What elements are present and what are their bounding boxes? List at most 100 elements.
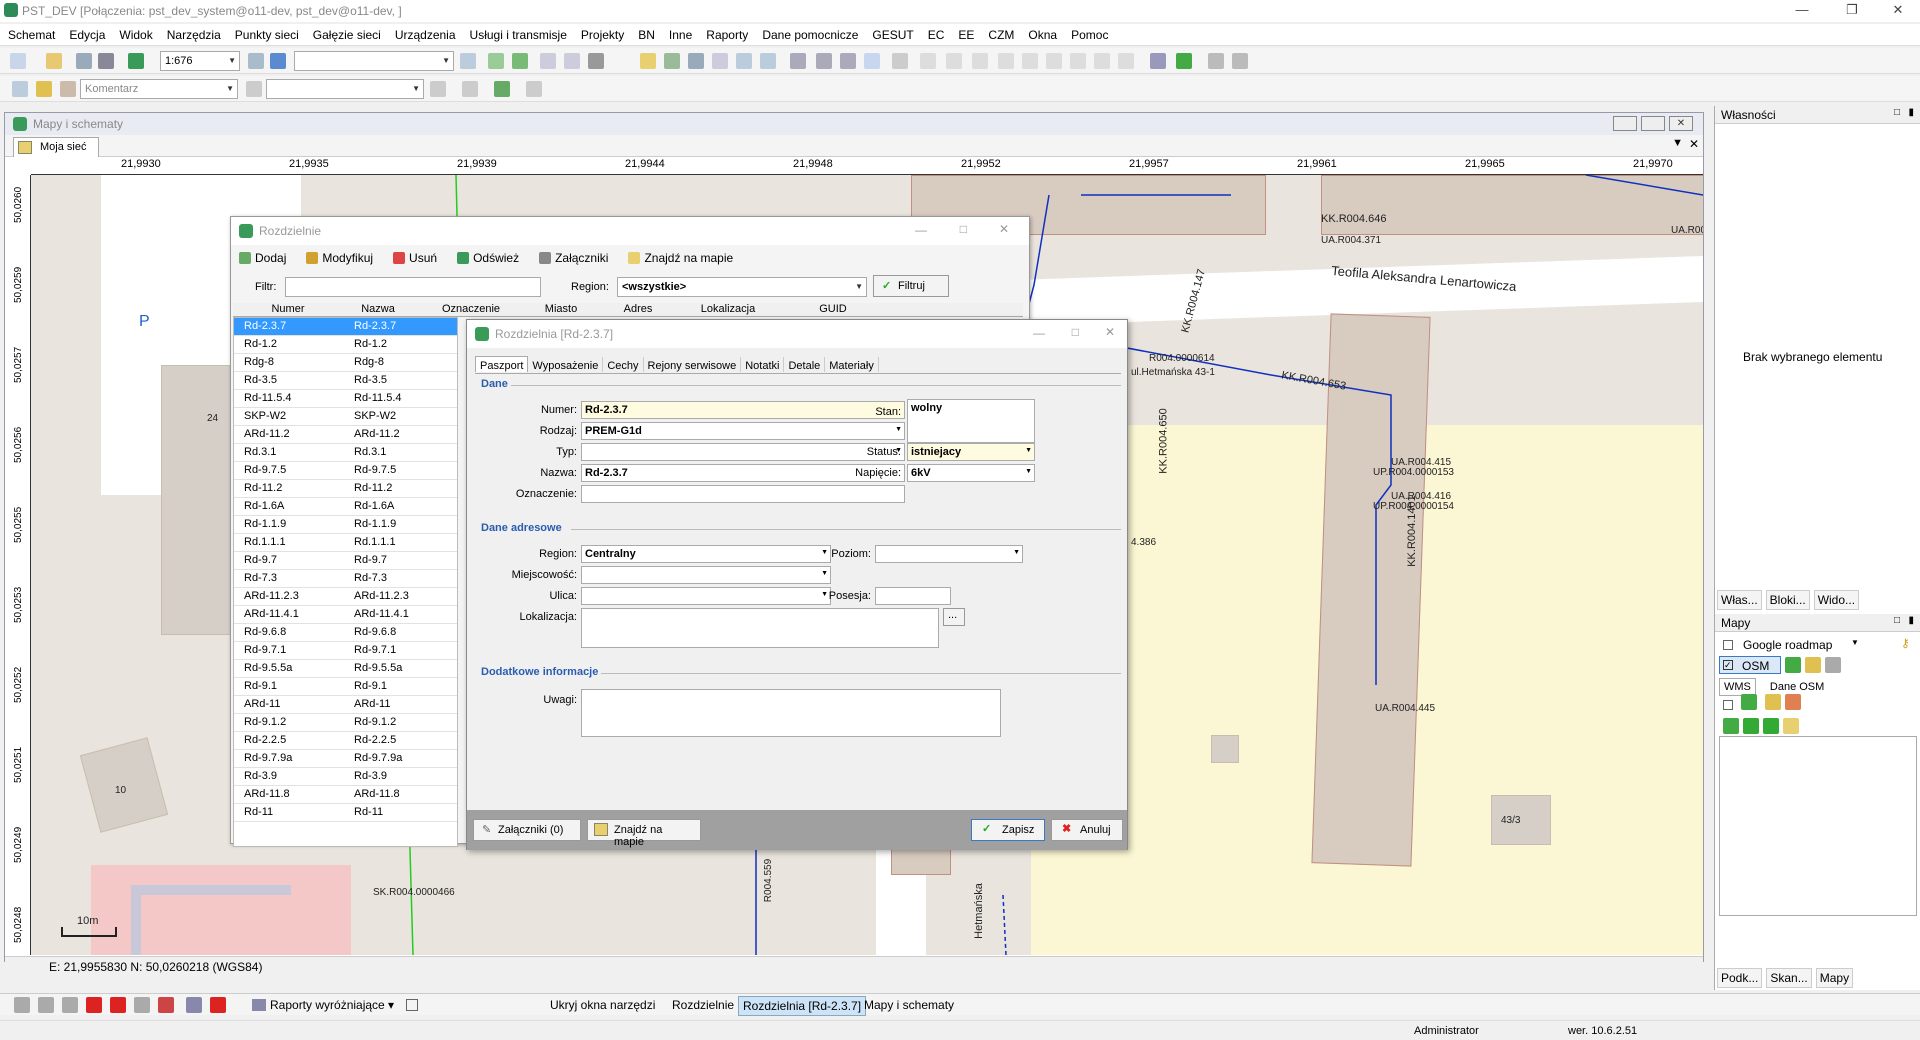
table-row[interactable]: Rd-9.7 Rd-9.7 [234, 552, 457, 570]
wms-globe-icon[interactable] [1741, 694, 1757, 710]
panel-tab[interactable]: Włas... [1717, 590, 1762, 610]
close-icon[interactable]: ✕ [1882, 2, 1914, 20]
table-row[interactable]: Rd-11.5.4 Rd-11.5.4 [234, 390, 457, 408]
table-row[interactable]: Rd-1.6A Rd-1.6A [234, 498, 457, 516]
task-ukryj-okna[interactable]: Ukryj okna narzędzi [550, 998, 655, 1012]
open-icon[interactable] [46, 53, 62, 69]
table-row[interactable]: ARd-11 ARd-11 [234, 696, 457, 714]
detail-tab[interactable]: Wyposażenie [528, 357, 604, 372]
table-row[interactable]: Rd-2.3.7 Rd-2.3.7 [234, 318, 457, 336]
map-subtab[interactable]: Dane OSM [1766, 679, 1828, 695]
measure2-icon[interactable] [816, 53, 832, 69]
table-icon[interactable] [564, 53, 580, 69]
wms-map-icon[interactable] [1785, 694, 1801, 710]
menu-item[interactable]: Pomoc [1063, 24, 1114, 42]
move-up-icon[interactable] [1743, 718, 1759, 734]
table-row[interactable]: Rd-9.7.9a Rd-9.7.9a [234, 750, 457, 768]
tool-icon[interactable] [14, 997, 30, 1013]
scale-combo[interactable]: 1:676 ▼ [160, 51, 240, 71]
lokalizacja-field[interactable] [581, 608, 939, 648]
table-row[interactable]: Rd-3.5 Rd-3.5 [234, 372, 457, 390]
det-maximize-icon[interactable]: □ [1072, 325, 1079, 339]
osm-layer[interactable]: ✓ OSM [1719, 656, 1781, 674]
menu-item[interactable]: CZM [980, 24, 1020, 42]
line-style-icon[interactable] [430, 81, 446, 97]
layers-icon[interactable] [460, 53, 476, 69]
panel-tab[interactable]: Mapy [1815, 968, 1854, 988]
table3-icon[interactable] [760, 53, 776, 69]
detail-tab[interactable]: Rejony serwisowe [644, 357, 742, 372]
tool4-icon[interactable] [134, 997, 150, 1013]
print-icon[interactable] [98, 53, 114, 69]
print-preview-icon[interactable] [76, 53, 92, 69]
table-row[interactable]: Rd-1.2 Rd-1.2 [234, 336, 457, 354]
minimize-icon[interactable]: — [1786, 2, 1818, 20]
zoom-icon[interactable] [248, 53, 264, 69]
panel-tab[interactable]: Podk... [1717, 968, 1763, 988]
key-icon[interactable]: ⚷ [1901, 636, 1910, 650]
draw-icon[interactable] [60, 81, 76, 97]
table-row[interactable]: Rd-1.1.9 Rd-1.1.9 [234, 516, 457, 534]
det-close-icon[interactable]: ✕ [1105, 325, 1115, 339]
det-minimize-icon[interactable]: — [1033, 326, 1045, 340]
roz-close-icon[interactable]: ✕ [999, 222, 1009, 236]
new-icon[interactable] [10, 53, 26, 69]
panel-tab[interactable]: Bloki... [1765, 590, 1810, 610]
mapy-pin-icon[interactable]: ▮ [1908, 615, 1914, 626]
grid-icon[interactable] [540, 53, 556, 69]
poziom-select[interactable]: ▼ [875, 545, 1023, 563]
menu-item[interactable]: Urządzenia [387, 24, 462, 42]
detail-tab[interactable]: Paszport [475, 356, 529, 372]
menu-item[interactable]: Narzędzia [159, 24, 227, 42]
detail-tab[interactable]: Cechy [603, 357, 644, 372]
globe-icon[interactable] [1176, 53, 1192, 69]
select-map-icon[interactable] [640, 53, 656, 69]
column-header[interactable]: Oznaczenie [433, 303, 509, 315]
table-row[interactable]: Rdg-8 Rdg-8 [234, 354, 457, 372]
grid2-icon[interactable] [712, 53, 728, 69]
roz-minimize-icon[interactable]: — [915, 223, 927, 237]
pointer-icon[interactable] [12, 81, 28, 97]
info-icon[interactable] [688, 53, 704, 69]
add-layer-icon[interactable] [1723, 718, 1739, 734]
table-row[interactable]: Rd-9.5.5a Rd-9.5.5a [234, 660, 457, 678]
table-row[interactable]: Rd-9.7.5 Rd-9.7.5 [234, 462, 457, 480]
tool2-icon[interactable] [38, 997, 54, 1013]
menu-item[interactable]: Widok [111, 24, 158, 42]
menu-item[interactable]: GESUT [864, 24, 919, 42]
table-row[interactable]: Rd.1.1.1 Rd.1.1.1 [234, 534, 457, 552]
disabled5-icon[interactable] [1046, 53, 1062, 69]
miejscowosc-select[interactable]: ▼ [581, 566, 831, 584]
column-header[interactable]: Nazwa [343, 303, 413, 315]
table-row[interactable]: ARd-11.4.1 ARd-11.4.1 [234, 606, 457, 624]
person2-icon[interactable] [1232, 53, 1248, 69]
panel-float-icon[interactable]: □ [1894, 107, 1900, 118]
roz-button-4[interactable]: Załączniki [539, 251, 618, 265]
column-header[interactable]: Miasto [529, 303, 593, 315]
edit-layer-icon[interactable] [1805, 657, 1821, 673]
search-icon[interactable] [270, 53, 286, 69]
disabled2-icon[interactable] [946, 53, 962, 69]
menu-item[interactable]: Dane pomocnicze [754, 24, 864, 42]
roz-button-1[interactable]: Modyfikuj [306, 251, 383, 265]
table-row[interactable]: Rd-9.7.1 Rd-9.7.1 [234, 642, 457, 660]
column-header[interactable]: Numer [253, 303, 323, 315]
disabled3-icon[interactable] [972, 53, 988, 69]
napiecie-select[interactable]: 6kV ▼ [907, 464, 1035, 482]
roz-button-3[interactable]: Odśwież [457, 251, 529, 265]
map2-icon[interactable] [512, 53, 528, 69]
google-checkbox[interactable] [1723, 640, 1733, 650]
menu-item[interactable]: Schemat [0, 24, 61, 42]
disabled6-icon[interactable] [1070, 53, 1086, 69]
anuluj-button[interactable]: ✖ Anuluj [1051, 819, 1123, 841]
layer-props-icon[interactable] [1783, 718, 1799, 734]
map-maximize-icon[interactable] [1641, 116, 1665, 131]
map-view-icon[interactable] [664, 53, 680, 69]
stop2-icon[interactable] [110, 997, 126, 1013]
region-select[interactable]: <wszystkie> ▼ [617, 277, 867, 297]
delete-icon[interactable] [210, 997, 226, 1013]
table-row[interactable]: Rd-9.1 Rd-9.1 [234, 678, 457, 696]
lokalizacja-browse-button[interactable]: ... [943, 608, 965, 626]
layer-combo[interactable]: ▼ [294, 51, 454, 71]
status-select[interactable]: istniejacy ▼ [907, 443, 1035, 461]
